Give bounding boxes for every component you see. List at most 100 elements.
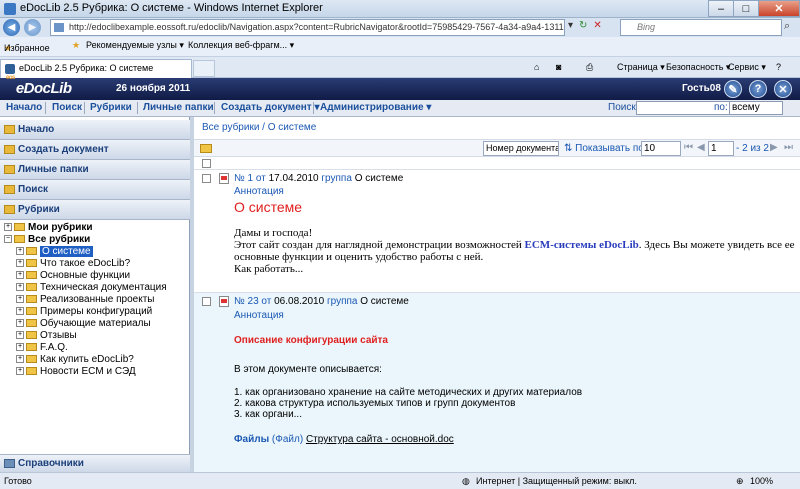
sidebar-section-search[interactable]: Поиск	[0, 180, 190, 200]
security-zone[interactable]: Интернет | Защищенный режим: выкл.	[476, 476, 637, 486]
address-bar-row: ◀ ▶ http://edoclibexample.eossoft.ru/edo…	[0, 18, 800, 37]
document-number[interactable]: 1	[248, 173, 254, 184]
tree-item[interactable]: + Отзывы	[16, 330, 77, 342]
folder-icon	[4, 205, 15, 214]
window-titlebar: eDocLib 2.5 Рубрика: О системе - Windows…	[0, 0, 800, 18]
tab-bar: eDocLib 2.5 Рубрика: О системе ⌂ ◙ ⎙ Стр…	[0, 57, 800, 78]
last-page-icon[interactable]: ⏭	[784, 142, 793, 153]
folder-icon	[14, 223, 25, 232]
prev-page-icon[interactable]: ◀	[697, 142, 705, 153]
tree-item[interactable]: + Техническая документация	[16, 282, 167, 294]
sidebar-section-create[interactable]: Создать документ	[0, 140, 190, 160]
address-input[interactable]: http://edoclibexample.eossoft.ru/edoclib…	[50, 19, 565, 36]
menu-personal-folders[interactable]: Личные папки	[143, 102, 214, 113]
fav-link-webslices[interactable]: Коллекция веб-фрагм... ▾	[188, 40, 294, 51]
new-tab-button[interactable]	[193, 60, 215, 77]
document-number[interactable]: 23	[248, 296, 259, 307]
favorites-bar: ★ Избранное ★ Рекомендуемые узлы ▾ Колле…	[0, 37, 800, 57]
search-icon[interactable]: ⌕	[784, 20, 790, 33]
breadcrumb[interactable]: Все рубрики / О системе	[202, 122, 316, 133]
menu-administration[interactable]: Администрирование ▾	[320, 102, 431, 113]
feeds-icon[interactable]: ◙	[556, 62, 561, 72]
sort-and-show-label: ⇅ Показывать по:	[564, 143, 647, 154]
page-menu[interactable]: Страница ▾	[617, 62, 665, 73]
tree-item-about[interactable]: + О системе	[16, 246, 93, 258]
home-icon[interactable]: ⌂	[534, 62, 539, 72]
sidebar-section-home[interactable]: Начало	[0, 120, 190, 140]
dropdown-icon[interactable]: ▾	[568, 20, 573, 31]
document-icon	[4, 145, 15, 154]
collapse-icon[interactable]: −	[4, 235, 12, 244]
tree-item[interactable]: + Реализованные проекты	[16, 294, 155, 306]
zoom-level[interactable]: 100%	[750, 476, 773, 486]
ecm-link[interactable]: ECM-системы eDocLib	[525, 239, 639, 251]
help-icon[interactable]: ?	[776, 62, 781, 72]
ie-icon	[4, 3, 16, 15]
user-name: Гость08	[682, 83, 721, 94]
sidebar-section-personal[interactable]: Личные папки	[0, 160, 190, 180]
file-link[interactable]: Структура сайта - основной.doc	[306, 434, 454, 445]
web-search-input[interactable]: Bing	[620, 19, 782, 36]
add-favorite-icon[interactable]: ★	[72, 40, 80, 51]
search-scope-label: по:	[714, 102, 728, 113]
first-page-icon[interactable]: ⏮	[684, 142, 693, 153]
document-text-line: В этом документе описывается:	[234, 364, 382, 375]
menu-search[interactable]: Поиск	[52, 102, 82, 113]
back-button[interactable]: ◀	[3, 19, 20, 36]
logout-icon[interactable]: ✕	[774, 80, 792, 98]
tree-item-my-rubrics[interactable]: + Мои рубрики	[4, 222, 93, 234]
close-window-button[interactable]: ✕	[758, 0, 800, 17]
next-page-icon[interactable]: ▶	[770, 142, 778, 153]
safety-menu[interactable]: Безопасность ▾	[666, 62, 730, 73]
menu-home[interactable]: Начало	[6, 102, 42, 113]
minimize-button[interactable]: –	[708, 0, 734, 17]
tree-item[interactable]: + F.A.Q.	[16, 342, 68, 354]
document-icon[interactable]	[219, 296, 229, 307]
expand-icon[interactable]: +	[4, 223, 12, 232]
document-heading: Описание конфигурации сайта	[234, 335, 388, 346]
tree-item[interactable]: + Примеры конфигураций	[16, 306, 152, 318]
document-text-line: Дамы и господа!	[234, 227, 313, 239]
zoom-icon[interactable]: ⊕	[736, 476, 744, 487]
refresh-icon[interactable]: ↻	[579, 20, 587, 31]
browser-tab[interactable]: eDocLib 2.5 Рубрика: О системе	[0, 59, 192, 78]
current-date: 26 ноября 2011	[116, 83, 191, 94]
document-checkbox[interactable]	[202, 174, 211, 183]
sidebar-section-directories[interactable]: Справочники	[0, 454, 190, 472]
sidebar-section-rubrics[interactable]: Рубрики	[0, 200, 190, 220]
folder-menu-icon[interactable]	[200, 144, 212, 153]
tools-icon[interactable]: ✎	[724, 80, 742, 98]
document-files: Файлы (Файл) Структура сайта - основной.…	[234, 434, 454, 445]
document-icon[interactable]	[219, 173, 229, 184]
edoclib-logo[interactable]: eoseDocLib	[6, 75, 72, 97]
tree-item[interactable]: + Как купить eDocLib?	[16, 354, 134, 366]
document-text-line: Этот сайт создан для наглядной демонстра…	[234, 239, 795, 251]
page-number-input[interactable]: 1	[708, 141, 734, 156]
fav-link-recommended[interactable]: Рекомендуемые узлы ▾	[86, 40, 184, 51]
maximize-button[interactable]: □	[733, 0, 759, 17]
document-checkbox[interactable]	[202, 297, 211, 306]
annotation-link[interactable]: Аннотация	[234, 186, 284, 197]
tree-item[interactable]: + Что такое eDocLib?	[16, 258, 130, 270]
forward-button[interactable]: ▶	[24, 19, 41, 36]
tree-item[interactable]: + Новости ECM и СЭД	[16, 366, 136, 378]
help-icon[interactable]: ?	[749, 80, 767, 98]
sidebar: Начало Создать документ Личные папки Пои…	[0, 117, 190, 472]
stop-icon[interactable]: ✕	[593, 20, 601, 31]
globe-icon: ◍	[462, 476, 470, 486]
sort-direction-icon[interactable]: ⇅	[564, 143, 572, 154]
tree-item[interactable]: + Основные функции	[16, 270, 130, 282]
search-scope-select[interactable]: всему	[729, 101, 783, 115]
tools-menu[interactable]: Сервис ▾	[728, 62, 766, 73]
annotation-link[interactable]: Аннотация	[234, 310, 284, 321]
tree-item-all-rubrics[interactable]: − Все рубрики	[4, 234, 90, 246]
tree-item[interactable]: + Обучающие материалы	[16, 318, 151, 330]
select-all-checkbox[interactable]	[202, 159, 211, 168]
menu-create-document[interactable]: Создать документ ▾	[221, 102, 320, 113]
sort-field-select[interactable]: Номер документа	[483, 141, 559, 156]
print-icon[interactable]: ⎙	[586, 62, 593, 73]
page-size-select[interactable]: 10	[641, 141, 681, 156]
folder-icon	[14, 235, 25, 244]
page-icon	[54, 23, 64, 32]
menu-rubrics[interactable]: Рубрики	[90, 102, 132, 113]
